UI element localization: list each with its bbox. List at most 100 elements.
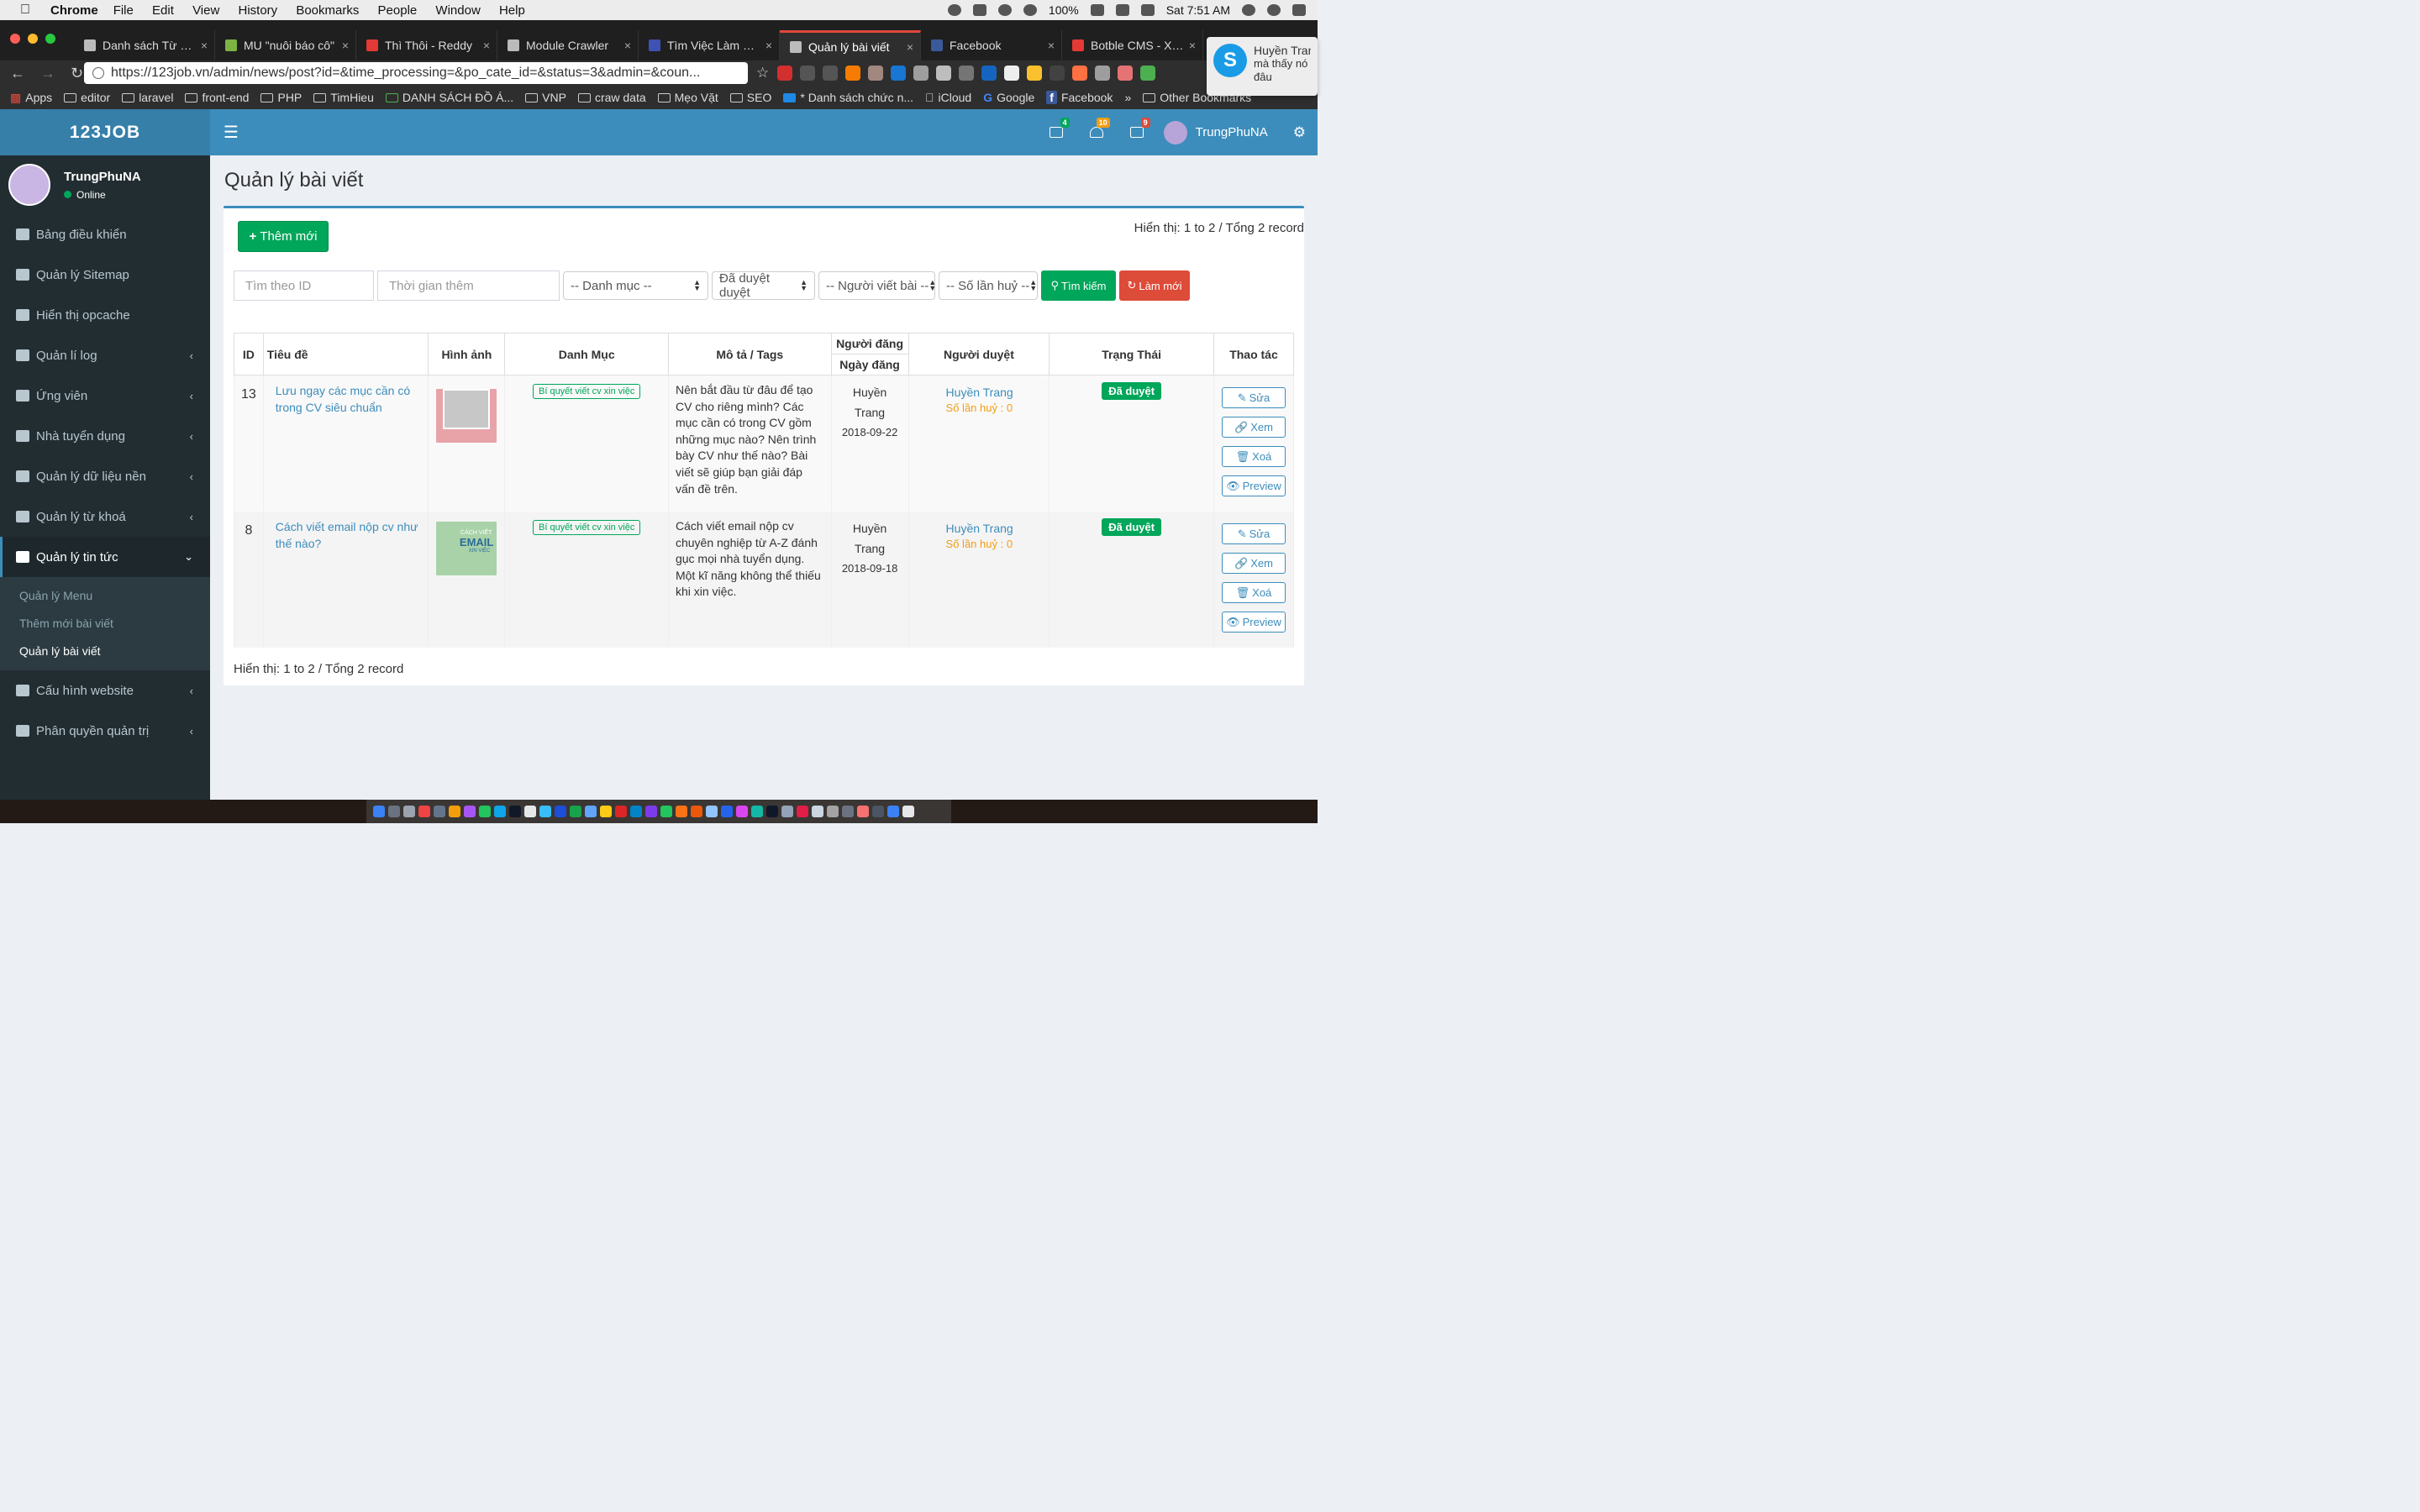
reset-button[interactable]: ↻ Làm mới: [1119, 270, 1190, 301]
menu-file[interactable]: File: [113, 3, 134, 18]
extension-icon[interactable]: [1050, 66, 1065, 81]
bookmark-folder[interactable]: SEO: [729, 91, 771, 104]
extension-icon[interactable]: [1027, 66, 1043, 81]
dock-app-icon[interactable]: [630, 806, 642, 817]
close-tab-icon[interactable]: ×: [1048, 39, 1055, 52]
dock-app-icon[interactable]: [403, 806, 415, 817]
extension-icon[interactable]: [1095, 66, 1111, 81]
extension-icon[interactable]: [1140, 66, 1156, 81]
siri-icon[interactable]: [1267, 4, 1281, 16]
view-button[interactable]: 🔗 Xem: [1221, 553, 1286, 574]
dock-app-icon[interactable]: [827, 806, 839, 817]
site-logo[interactable]: 123JOB: [0, 109, 210, 155]
dock-app-icon[interactable]: [797, 806, 808, 817]
spotlight-icon[interactable]: [1242, 4, 1255, 16]
bookmark-folder[interactable]: PHP: [260, 91, 302, 104]
bookmark-facebook[interactable]: f Facebook: [1046, 91, 1113, 104]
user-menu[interactable]: TrungPhuNA: [1163, 120, 1268, 144]
delete-button[interactable]: 🗑 Xoá: [1221, 446, 1286, 467]
extension-icon[interactable]: [981, 66, 997, 81]
dock-app-icon[interactable]: [479, 806, 491, 817]
gears-icon[interactable]: ⚙: [1293, 124, 1306, 141]
dock-app-icon[interactable]: [388, 806, 400, 817]
preview-button[interactable]: 👁 Preview: [1221, 475, 1286, 496]
dock-app-icon[interactable]: [494, 806, 506, 817]
dock-app-icon[interactable]: [842, 806, 854, 817]
delete-button[interactable]: 🗑 Xoá: [1221, 582, 1286, 603]
dock-app-icon[interactable]: [418, 806, 430, 817]
post-title-link[interactable]: Cách viết email nộp cv như thế nào?: [271, 518, 422, 552]
dock-app-icon[interactable]: [691, 806, 702, 817]
post-title-link[interactable]: Lưu ngay các mục cần có trong CV siêu ch…: [271, 382, 422, 416]
extension-icon[interactable]: [1118, 66, 1134, 81]
sidebar-toggle-icon[interactable]: ☰: [224, 122, 239, 143]
tab-active[interactable]: Quản lý bài viết ×: [780, 30, 921, 60]
bookmark-folder[interactable]: laravel: [122, 91, 173, 104]
bookmark-folder[interactable]: editor: [64, 91, 110, 104]
dock-app-icon[interactable]: [509, 806, 521, 817]
extension-icon[interactable]: [891, 66, 907, 81]
status-select[interactable]: Đã duyệt duyệt ▲ ▼: [712, 271, 815, 300]
zoom-window-icon[interactable]: [45, 34, 55, 44]
app-name[interactable]: Chrome: [50, 3, 98, 18]
skype-notification[interactable]: S Huyền Trang mà thấy nó cu đâu: [1207, 37, 1318, 96]
dock-app-icon[interactable]: [902, 806, 914, 817]
extension-icon[interactable]: [845, 66, 861, 81]
tab[interactable]: MU "nuôi báo cô" ×: [215, 30, 356, 60]
bookmark-apps[interactable]: ▩ Apps: [10, 91, 52, 105]
bookmark-icloud[interactable]: iCloud: [925, 91, 971, 104]
minimize-window-icon[interactable]: [28, 34, 38, 44]
battery-icon[interactable]: [1090, 4, 1104, 16]
dock-app-icon[interactable]: [524, 806, 536, 817]
forward-icon[interactable]: →: [40, 65, 55, 82]
dock-app-icon[interactable]: [812, 806, 823, 817]
view-button[interactable]: 🔗 Xem: [1221, 417, 1286, 438]
tab[interactable]: Thì Thôi - Reddy ×: [356, 30, 497, 60]
skype-tray-icon[interactable]: [997, 4, 1012, 16]
dock-app-icon[interactable]: [600, 806, 612, 817]
notifications-button[interactable]: 10: [1076, 109, 1117, 155]
dock-app-icon[interactable]: [555, 806, 566, 817]
dock-app-icon[interactable]: [857, 806, 869, 817]
messages-button[interactable]: 4: [1036, 109, 1076, 155]
sidebar-item[interactable]: Cấu hình website ‹: [0, 670, 210, 711]
menu-people[interactable]: People: [378, 3, 418, 18]
extension-icon[interactable]: [1004, 66, 1020, 81]
bookmark-google[interactable]: G Google: [983, 91, 1034, 104]
extension-icon[interactable]: [1072, 66, 1088, 81]
extension-icon[interactable]: [959, 66, 975, 81]
author-select[interactable]: -- Người viết bài --▲▼: [818, 271, 935, 300]
dock-app-icon[interactable]: [706, 806, 718, 817]
bookmark-folder[interactable]: craw data: [577, 91, 646, 104]
dock-app-icon[interactable]: [660, 806, 672, 817]
input-source-icon[interactable]: [1140, 4, 1155, 16]
menu-help[interactable]: Help: [499, 3, 525, 18]
apple-menu-icon[interactable]: : [0, 3, 50, 18]
preview-button[interactable]: 👁 Preview: [1221, 612, 1286, 633]
close-tab-icon[interactable]: ×: [201, 39, 208, 52]
dock-app-icon[interactable]: [570, 806, 581, 817]
bookmark-folder[interactable]: TimHieu: [313, 91, 374, 104]
sidebar-subitem[interactable]: Quản lý bài viết: [0, 638, 210, 665]
dock-app-icon[interactable]: [449, 806, 460, 817]
dock-app-icon[interactable]: [585, 806, 597, 817]
site-info-icon[interactable]: [92, 67, 104, 79]
notification-center-icon[interactable]: [1292, 4, 1306, 16]
sidebar-item[interactable]: Quản lý dữ liệu nền ‹: [0, 456, 210, 496]
url-bar[interactable]: https://123job.vn/admin/news/post?id=&ti…: [84, 62, 748, 84]
dock-app-icon[interactable]: [615, 806, 627, 817]
category-select[interactable]: -- Danh mục -- ▲ ▼: [563, 271, 708, 300]
sidebar-item[interactable]: Nhà tuyển dụng ‹: [0, 416, 210, 456]
close-tab-icon[interactable]: ×: [483, 39, 490, 52]
dock-app-icon[interactable]: [373, 806, 385, 817]
time-added-input[interactable]: Thời gian thêm: [377, 270, 560, 301]
dock-app-icon[interactable]: [464, 806, 476, 817]
close-window-icon[interactable]: [10, 34, 20, 44]
close-tab-icon[interactable]: ×: [765, 39, 772, 52]
dock-app-icon[interactable]: [434, 806, 445, 817]
tab[interactable]: Tìm Việc Làm Nhanh ×: [639, 30, 780, 60]
airplay-icon[interactable]: [1115, 4, 1129, 16]
menu-view[interactable]: View: [192, 3, 219, 18]
bookmark-trello[interactable]: * Danh sách chức n...: [783, 91, 913, 104]
menu-window[interactable]: Window: [435, 3, 480, 18]
